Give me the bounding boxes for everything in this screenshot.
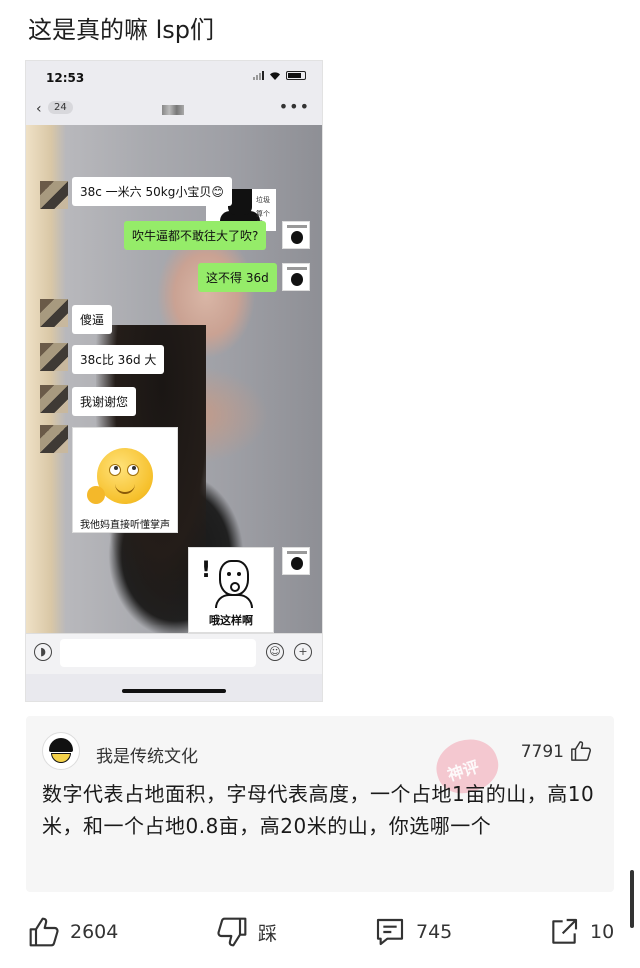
comment-button[interactable]: 745 [374,910,452,954]
comment-count: 745 [416,921,453,943]
chat-input-bar: ◗ ☺ + [26,633,322,674]
comment-text: 数字代表占地面积，字母代表高度，一个占地1亩的山，高10米，和一个占地0.8亩，… [42,782,595,838]
chat-screenshot: 12:53 ‹ 24 ••• 垃圾 算个屁 38c 一米六 50kg小宝贝😊 吹… [25,60,323,702]
avatar[interactable] [42,732,80,770]
battery-icon [286,71,306,80]
like-count: 2604 [70,921,119,943]
wifi-icon [270,72,280,80]
comment-like-count: 7791 [520,742,564,762]
exclamation-icon: ! [201,558,212,583]
message-bubble: 38c比 36d 大 [72,345,165,374]
thumbs-up-icon [29,917,59,947]
back-icon[interactable]: ‹ [36,101,42,117]
message-bubble: 吹牛逼都不敢往大了吹? [124,221,267,250]
message-bubble: 38c 一米六 50kg小宝贝😊 [72,177,232,206]
scrollbar[interactable] [630,870,634,928]
share-icon [552,918,578,944]
avatar [40,343,68,371]
status-bar: 12:53 [26,61,322,95]
avatar [40,181,68,209]
dislike-button[interactable]: 踩 [216,910,277,954]
like-button[interactable]: 2604 [28,910,118,954]
thumbs-down-icon [217,917,247,947]
action-bar: 2604 踩 745 10 [0,910,640,954]
status-time: 12:53 [46,71,85,85]
avatar [282,221,310,249]
plus-icon[interactable]: + [294,643,312,661]
sticker-caption: 我他妈直接听懂掌声 [80,520,170,531]
message-bubble: 我谢谢您 [72,387,137,416]
meme-face-icon [219,560,249,596]
chat-name-blurred [162,105,184,115]
comment-icon [376,918,404,946]
emoji-icon[interactable]: ☺ [266,643,284,661]
sticker-caption: 哦这样啊 [209,614,253,627]
message-bubble: 这不得 36d [198,263,277,292]
sticker-top-text: 垃圾 [256,196,270,204]
avatar [282,547,310,575]
post-title: 这是真的嘛 lsp们 [28,16,215,44]
comment-username[interactable]: 我是传统文化 [96,742,198,767]
home-indicator [122,689,226,693]
chat-input[interactable] [60,639,256,667]
dislike-label: 踩 [258,922,278,945]
sticker-oh: ! 哦这样啊 [188,547,274,633]
share-button[interactable]: 10 [548,910,614,954]
share-count: 10 [590,921,615,943]
hot-comment: 我是传统文化 神评 7791 数字代表占地面积，字母代表高度，一个占地1亩的山，… [26,716,614,892]
avatar [40,425,68,453]
thinking-emoji-icon [97,448,153,504]
avatar [40,385,68,413]
sticker-emoji: 我他妈直接听懂掌声 [72,427,178,533]
voice-icon[interactable]: ◗ [34,643,52,661]
avatar [40,299,68,327]
chat-nav-bar: ‹ 24 ••• [26,95,322,125]
more-icon[interactable]: ••• [279,97,310,116]
signal-icon [253,71,264,80]
thumbs-up-icon[interactable] [570,740,592,762]
message-bubble: 傻逼 [72,305,113,334]
unread-badge: 24 [48,101,73,114]
avatar [282,263,310,291]
chat-background: 垃圾 算个屁 38c 一米六 50kg小宝贝😊 吹牛逼都不敢往大了吹? 这不得 … [26,125,322,633]
